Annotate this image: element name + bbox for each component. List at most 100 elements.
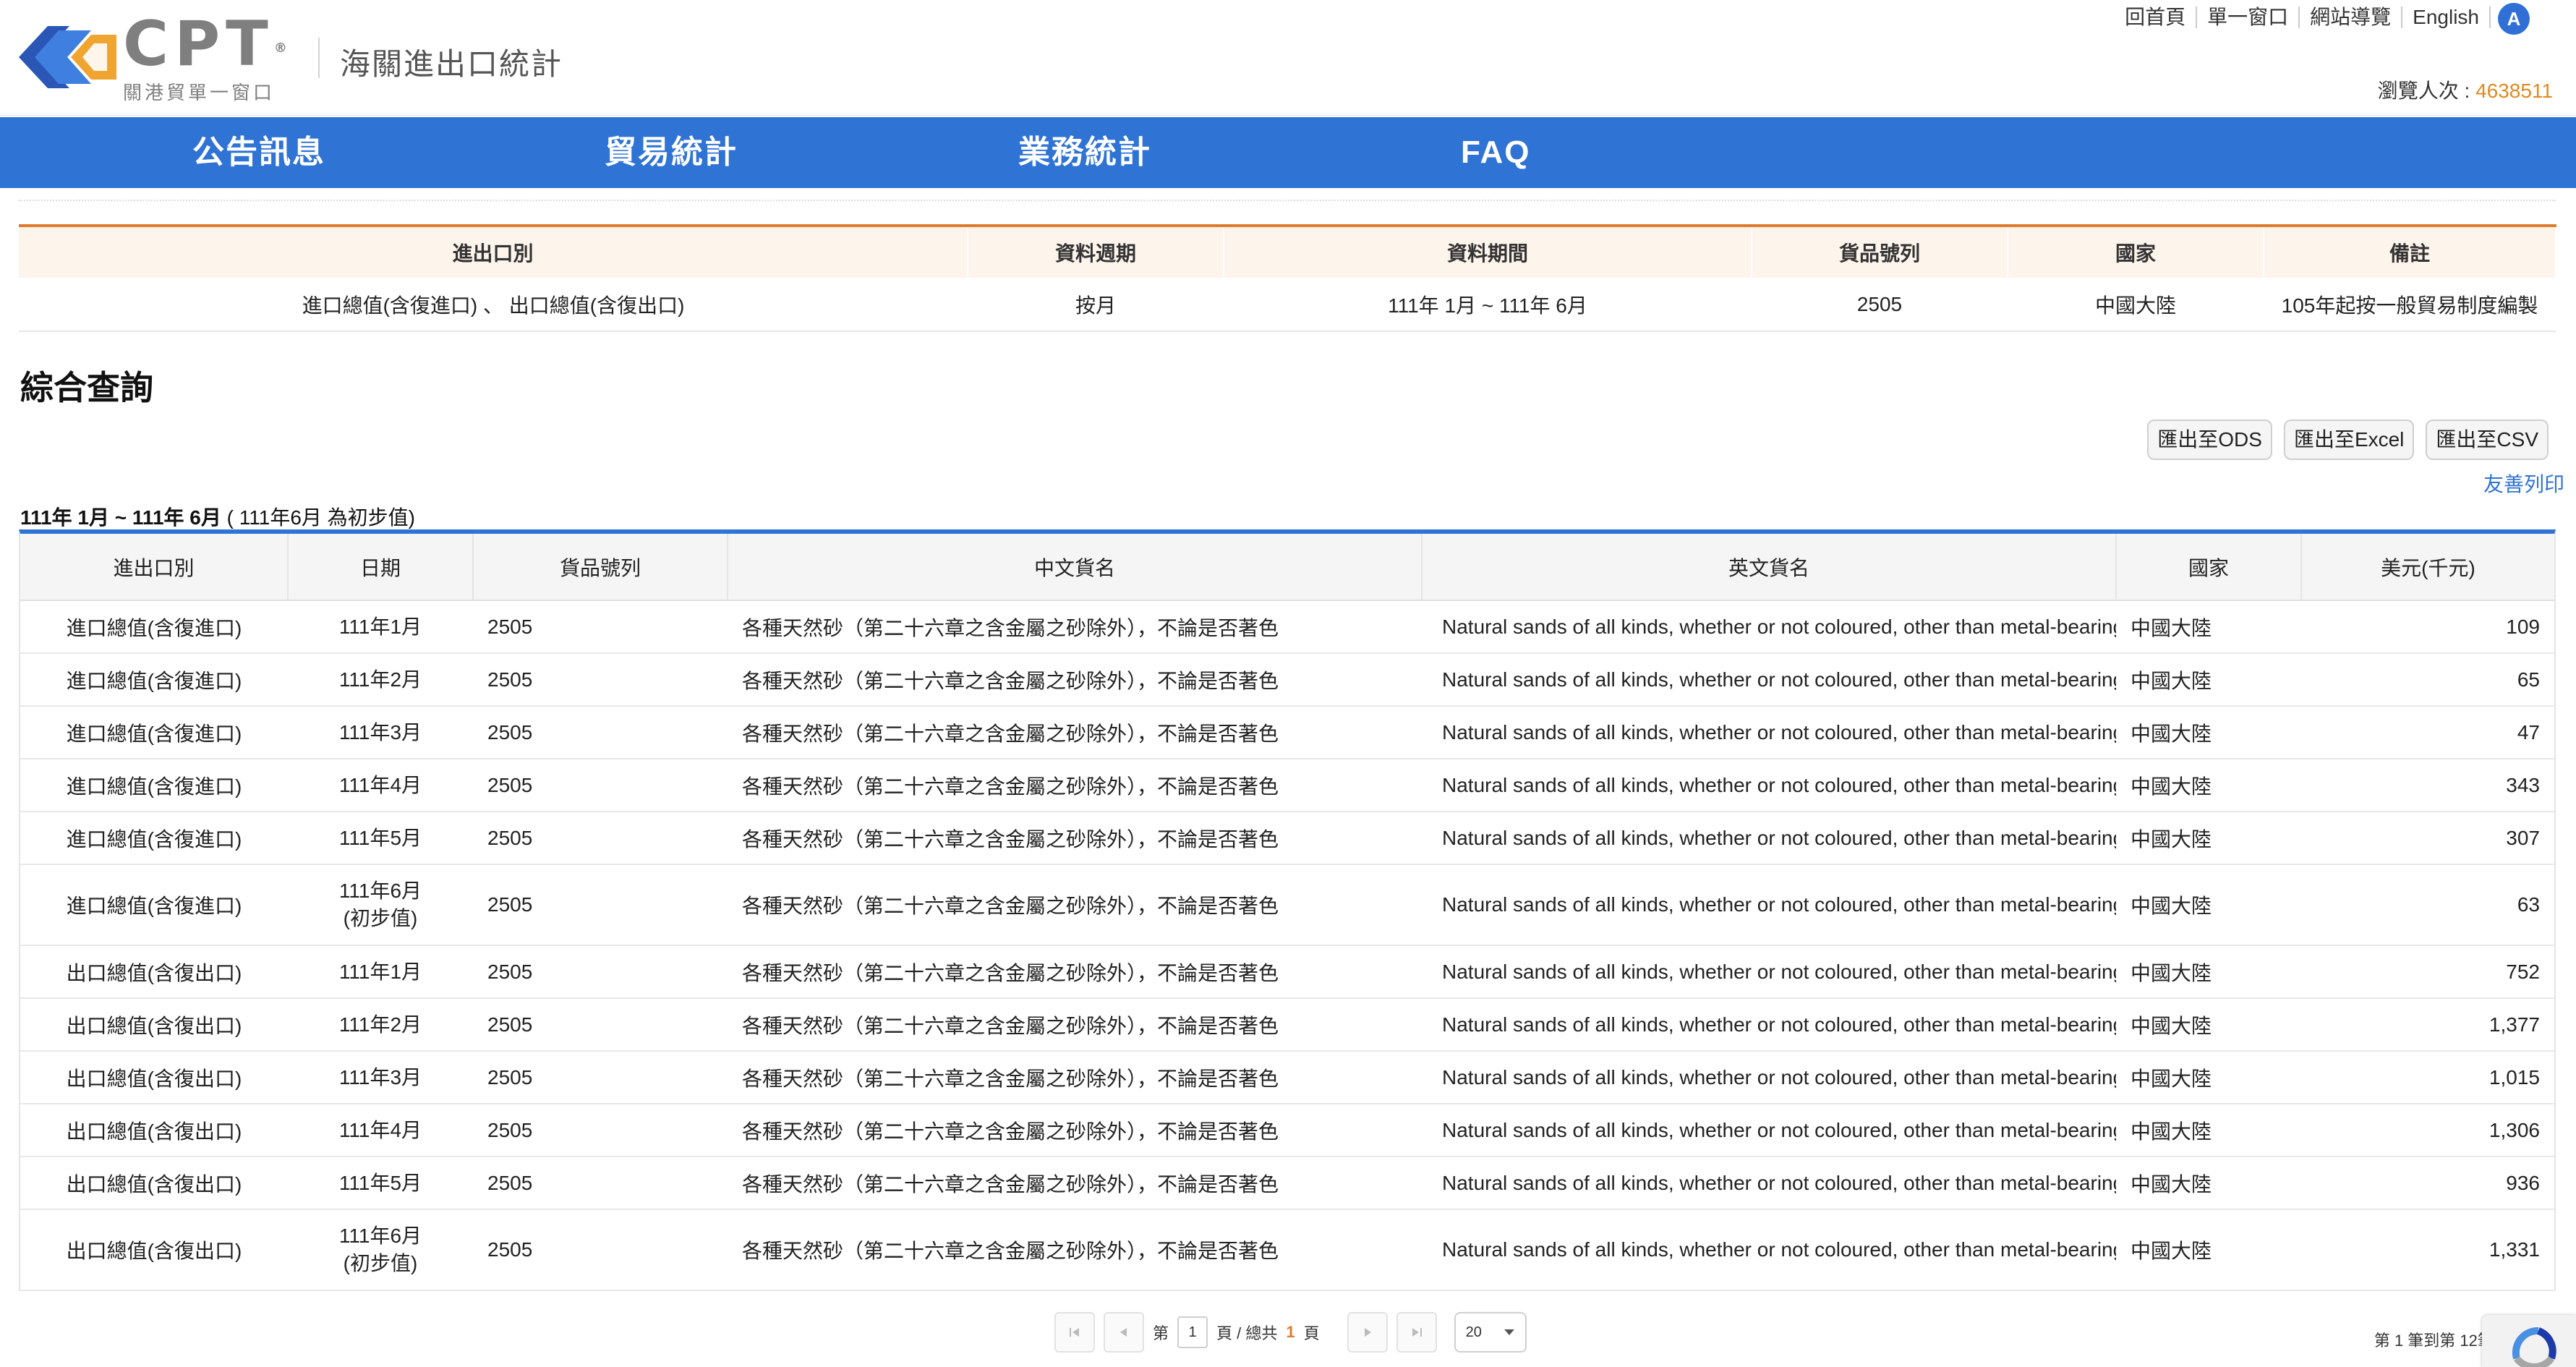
range-caption-note: ( 111年6月 為初步值) [221, 506, 415, 529]
summary-header-period-type: 資料週期 [968, 224, 1224, 278]
col-header-date[interactable]: 日期 [288, 534, 474, 601]
col-header-usd-thousands[interactable]: 美元(千元) [2301, 534, 2554, 601]
cell-trade-type: 進口總值(含復進口) [20, 706, 288, 759]
visitor-counter: 瀏覽人次 : 4638511 [2378, 75, 2553, 104]
cell-commodity-code: 2505 [473, 998, 728, 1052]
chevron-down-icon [1504, 1329, 1514, 1335]
page-size-select[interactable]: 20 [1454, 1312, 1527, 1353]
english-link[interactable]: English [2402, 7, 2491, 28]
home-link[interactable]: 回首頁 [2115, 7, 2198, 28]
cell-country: 中國大陸 [2116, 812, 2301, 865]
cell-commodity-code: 2505 [473, 759, 728, 812]
sitemap-link[interactable]: 網站導覽 [2300, 7, 2403, 28]
print-friendly-link[interactable]: 友善列印 [2483, 469, 2564, 498]
col-header-commodity-code[interactable]: 貨品號列 [473, 534, 728, 601]
cell-trade-type: 出口總值(含復出口) [20, 1157, 288, 1210]
cell-chinese-name: 各種天然砂（第二十六章之含金屬之砂除外），不論是否著色 [728, 1157, 1422, 1210]
export-buttons: 匯出至ODS 匯出至Excel 匯出至CSV [2147, 420, 2549, 460]
cell-date: 111年1月 [288, 600, 473, 654]
cell-trade-type: 出口總值(含復出口) [20, 998, 288, 1052]
cell-english-name: Natural sands of all kinds, whether or n… [1422, 1104, 2116, 1157]
page-size-value: 20 [1465, 1324, 1482, 1340]
export-excel-button[interactable]: 匯出至Excel [2283, 420, 2415, 460]
cell-trade-type: 進口總值(含復進口) [20, 653, 288, 707]
cell-date: 111年1月 [288, 945, 473, 999]
cell-commodity-code: 2505 [473, 600, 728, 654]
summary-header-commodity-code: 貨品號列 [1752, 224, 2008, 278]
prev-page-icon[interactable] [1104, 1312, 1144, 1353]
summary-header-trade-type: 進出口別 [19, 224, 968, 278]
site-header: CPT® 關港貿單一窗口 海關進出口統計 回首頁 單一窗口 網站導覽 Engli… [0, 0, 2576, 116]
table-row: 進口總值(含復進口) 111年4月 2505 各種天然砂（第二十六章之含金屬之砂除外）… [20, 759, 2554, 812]
cell-chinese-name: 各種天然砂（第二十六章之含金屬之砂除外），不論是否著色 [728, 653, 1422, 707]
export-csv-button[interactable]: 匯出至CSV [2426, 420, 2549, 460]
cell-date: 111年4月 [288, 759, 473, 812]
site-title: 海關進出口統計 [340, 47, 563, 81]
cell-chinese-name: 各種天然砂（第二十六章之含金屬之砂除外），不論是否著色 [728, 759, 1422, 812]
single-window-link[interactable]: 單一窗口 [2197, 7, 2300, 28]
cell-date-line: 111年5月 [338, 826, 422, 849]
table-row: 出口總值(含復出口) 111年3月 2505 各種天然砂（第二十六章之含金屬之砂除外）… [20, 1051, 2554, 1104]
brand-letters: CPT [123, 8, 274, 80]
cell-date: 111年3月 [288, 1051, 473, 1104]
cell-usd-value: 109 [2301, 600, 2554, 654]
main-nav: 公告訊息 貿易統計 業務統計 FAQ [0, 117, 2576, 188]
cell-chinese-name: 各種天然砂（第二十六章之含金屬之砂除外），不論是否著色 [728, 998, 1422, 1052]
nav-trade-statistics[interactable]: 貿易統計 [605, 117, 738, 188]
cell-country: 中國大陸 [2116, 759, 2301, 812]
cell-english-name: Natural sands of all kinds, whether or n… [1422, 1209, 2116, 1291]
cell-usd-value: 65 [2301, 653, 2554, 707]
cell-country: 中國大陸 [2116, 998, 2301, 1052]
cell-date-line: 111年1月 [338, 960, 422, 983]
cell-trade-type: 進口總值(含復進口) [20, 812, 288, 865]
col-header-chinese-name[interactable]: 中文貨名 [728, 534, 1423, 601]
cell-date: 111年6月 (初步值) [288, 1209, 473, 1291]
next-page-icon[interactable] [1347, 1312, 1388, 1353]
table-row: 進口總值(含復進口) 111年1月 2505 各種天然砂（第二十六章之含金屬之砂除外）… [20, 600, 2554, 654]
cell-usd-value: 343 [2301, 759, 2554, 812]
nav-faq[interactable]: FAQ [1461, 117, 1530, 188]
cell-usd-value: 1,377 [2301, 998, 2554, 1052]
table-row: 出口總值(含復出口) 111年4月 2505 各種天然砂（第二十六章之含金屬之砂除外）… [20, 1104, 2554, 1157]
table-row: 進口總值(含復進口) 111年3月 2505 各種天然砂（第二十六章之含金屬之砂除外）… [20, 706, 2554, 759]
cell-date-line: 111年2月 [338, 1013, 422, 1036]
summary-remarks: 105年起按一般貿易制度編製 [2264, 278, 2556, 332]
cell-chinese-name: 各種天然砂（第二十六章之含金屬之砂除外），不論是否著色 [728, 864, 1422, 946]
page-number-input[interactable]: 1 [1177, 1316, 1208, 1348]
nav-business-statistics[interactable]: 業務統計 [1018, 117, 1151, 188]
cell-usd-value: 936 [2301, 1157, 2554, 1210]
results-table-container: 進出口別 日期 貨品號列 中文貨名 英文貨名 國家 美元(千元) 進口總值(含復… [19, 529, 2556, 1291]
first-page-icon[interactable] [1054, 1312, 1095, 1353]
cell-date-line: 111年6月 [338, 880, 422, 902]
cell-commodity-code: 2505 [473, 812, 728, 865]
cell-date-line: (初步值) [343, 1252, 418, 1274]
export-ods-button[interactable]: 匯出至ODS [2147, 420, 2272, 460]
cell-english-name: Natural sands of all kinds, whether or n… [1422, 945, 2116, 999]
cell-english-name: Natural sands of all kinds, whether or n… [1422, 1157, 2116, 1210]
col-header-trade-type[interactable]: 進出口別 [20, 534, 289, 601]
page-mid-text: 頁 / 總共 [1216, 1324, 1278, 1342]
table-row: 進口總值(含復進口) 111年5月 2505 各種天然砂（第二十六章之含金屬之砂除外）… [20, 812, 2554, 865]
cell-commodity-code: 2505 [473, 706, 728, 759]
recaptcha-icon[interactable] [2482, 1315, 2576, 1367]
col-header-country[interactable]: 國家 [2116, 534, 2302, 601]
brand-block[interactable]: CPT® 關港貿單一窗口 [123, 13, 304, 105]
accessibility-icon[interactable]: A [2498, 3, 2530, 35]
cell-date-line: 111年4月 [338, 1118, 422, 1141]
results-table-body: 進口總值(含復進口) 111年1月 2505 各種天然砂（第二十六章之含金屬之砂除外）… [20, 600, 2554, 1291]
table-row: 進口總值(含復進口) 111年6月 (初步值) 2505 各種天然砂（第二十六章之含金屬… [20, 864, 2554, 946]
summary-header-date-range: 資料期間 [1224, 224, 1752, 278]
cpt-logo-icon[interactable] [19, 17, 116, 97]
nav-announcements[interactable]: 公告訊息 [192, 117, 325, 188]
last-page-icon[interactable] [1396, 1312, 1437, 1353]
cell-country: 中國大陸 [2116, 1104, 2301, 1157]
cell-english-name: Natural sands of all kinds, whether or n… [1422, 759, 2116, 812]
cell-chinese-name: 各種天然砂（第二十六章之含金屬之砂除外），不論是否著色 [728, 1209, 1422, 1291]
cell-country: 中國大陸 [2116, 653, 2301, 707]
cell-trade-type: 出口總值(含復出口) [20, 1209, 288, 1291]
summary-header-remarks: 備註 [2264, 224, 2556, 278]
col-header-english-name[interactable]: 英文貨名 [1422, 534, 2117, 601]
cell-date: 111年4月 [288, 1104, 473, 1157]
cell-usd-value: 1,331 [2301, 1209, 2554, 1291]
cell-usd-value: 1,015 [2301, 1051, 2554, 1104]
